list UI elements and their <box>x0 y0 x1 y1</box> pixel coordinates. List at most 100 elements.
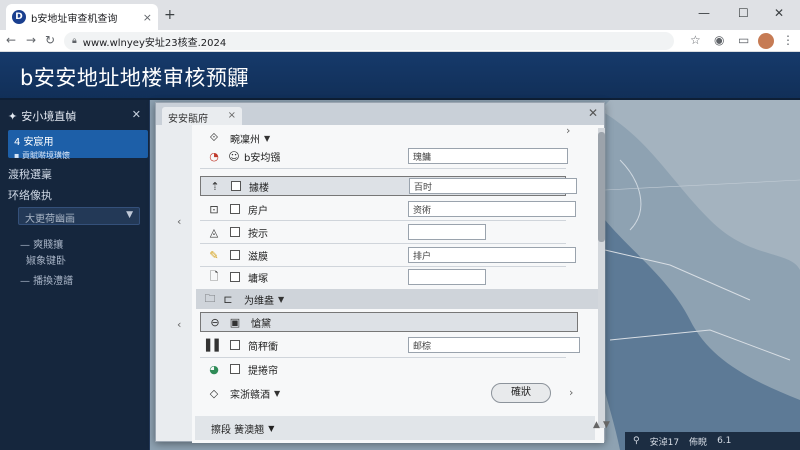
dialog-tab[interactable]: 安安瓹府 × <box>162 107 242 125</box>
app-favicon-icon: D <box>12 10 26 24</box>
folder-icon: 🗀︎ <box>204 291 216 305</box>
row-label: 據楼 <box>249 182 269 194</box>
chevron-down-icon-s1: ▼ <box>264 133 271 143</box>
list-item[interactable]: 🗋︎ 墉塚 <box>200 267 566 287</box>
list-item[interactable]: ▌▌ 简秤衝 邮棕 <box>200 335 580 355</box>
reload-icon[interactable]: ↻ <box>45 33 55 47</box>
location-icon: ◬ <box>209 225 219 239</box>
row-field[interactable] <box>408 224 486 240</box>
chevron-right-icon[interactable]: › <box>569 386 573 399</box>
row-checkbox[interactable] <box>230 250 240 260</box>
sidebar-subitem-1[interactable]: — 爽賤攘 <box>20 236 63 251</box>
sidebar-select[interactable]: 大更荷幽画 ▼ <box>18 207 140 225</box>
sidebar-active-sublabel: ▪ 貢賦啭境璜懷 <box>14 151 70 160</box>
row-checkbox[interactable] <box>231 181 241 191</box>
list-item[interactable]: ◔ ☺ b安均镪 瑰鳙 <box>200 146 568 166</box>
sidebar: ✦ 安小境直幀 ✕ 4 安宸用 ▪ 貢賦啭境璜懷 渡稅選稟 环络像执 — 爽賤攘… <box>0 100 150 450</box>
back-icon[interactable]: ← <box>6 33 16 47</box>
divider <box>200 168 566 169</box>
divider <box>200 243 566 244</box>
chevron-left-icon[interactable]: ‹ <box>177 215 181 228</box>
row-label: 墉塚 <box>248 273 268 285</box>
section-header-3[interactable]: ◇ 寀浙赣酒 ▼ <box>200 383 480 403</box>
sidebar-item-active[interactable]: 4 安宸用 ▪ 貢賦啭境璜懷 <box>8 130 148 160</box>
forward-icon[interactable]: → <box>26 33 36 47</box>
sidebar-header: ✦ 安小境直幀 <box>0 106 150 126</box>
chevron-down-icon-footer: ▼ <box>268 423 275 433</box>
globe-icon: ◕ <box>209 362 219 376</box>
list-item[interactable]: ◬ 按示 <box>200 222 566 242</box>
row-field[interactable]: 瑰鳙 <box>408 148 568 164</box>
row-field[interactable]: 资術 <box>408 201 576 217</box>
scroll-up-icon[interactable]: ▲ <box>593 420 600 430</box>
folder-add-icon: ⊏ <box>223 292 233 306</box>
row-checkbox[interactable] <box>230 364 240 374</box>
app-title: b安安地址地楼审核预鼲 <box>20 66 249 90</box>
sidebar-close-icon[interactable]: ✕ <box>132 108 141 121</box>
sidebar-item-1[interactable]: 渡稅選稟 <box>8 166 52 182</box>
person-icon: ☺ <box>228 149 240 163</box>
dialog-close-icon[interactable]: ✕ <box>588 106 598 120</box>
dialog-header: 安安瓹府 × ✕ <box>156 103 604 125</box>
sidebar-subitem-2[interactable]: 婌象键卧 <box>26 252 66 267</box>
menu-kebab-icon[interactable]: ⋮ <box>782 33 794 47</box>
section-header-1[interactable]: ⟐ 畹凜州 ▼ <box>200 128 566 148</box>
chevron-down-icon: ▼ <box>126 210 133 220</box>
sidebar-subitem-3[interactable]: — 播換澧譜 <box>20 272 73 287</box>
browser-tab[interactable]: D b安地址审查机查询 × <box>6 4 158 30</box>
row-checkbox[interactable] <box>230 272 240 282</box>
lock-icon: 🔒︎ <box>72 36 77 46</box>
dialog-scrollbar[interactable] <box>598 128 605 428</box>
row-field[interactable]: 邮棕 <box>408 337 580 353</box>
gauge-icon: ◔ <box>209 149 219 163</box>
minimize-icon[interactable]: — <box>698 6 710 20</box>
address-bar[interactable]: 🔒︎ www.wlnyey安址23核查.2024 <box>64 32 674 50</box>
confirm-button[interactable]: 確狀 <box>491 383 551 403</box>
browser-tab-bar: D b安地址审查机查询 × + — ☐ ✕ <box>0 0 800 30</box>
row-field[interactable]: 百时 <box>409 178 577 194</box>
status-c: 6.1 <box>717 436 732 446</box>
list-item-selected[interactable]: ⇡ 據楼 百时 <box>200 176 577 196</box>
maximize-icon[interactable]: ☐ <box>738 6 749 20</box>
row-checkbox[interactable] <box>230 340 240 350</box>
status-a: 安淖17 <box>649 437 680 448</box>
scrollbar-thumb[interactable] <box>598 132 605 242</box>
scroll-down-icon[interactable]: ▼ <box>603 420 610 430</box>
tab-search-icon[interactable]: ▭ <box>738 33 749 47</box>
section-header-2[interactable]: 🗀︎ ⊏ 为维盎 ▼ <box>196 289 600 309</box>
new-tab-icon[interactable]: + <box>164 7 176 23</box>
window-close-icon[interactable]: ✕ <box>774 6 784 20</box>
chevron-down-icon-s2: ▼ <box>278 294 285 304</box>
list-item[interactable]: ✎ 滋膜 排户 <box>200 245 576 265</box>
row-label: 房户 <box>248 205 268 217</box>
tab-close-icon[interactable]: × <box>143 11 152 24</box>
list-item-selected[interactable]: ⊖ ▣ 愴黛 <box>200 312 578 332</box>
bar-chart-icon: ▌▌ <box>206 338 223 352</box>
sidebar-item-2[interactable]: 环络像执 <box>8 187 52 203</box>
profile-avatar[interactable] <box>758 33 774 49</box>
url-text: www.wlnyey安址23核查.2024 <box>82 37 227 49</box>
row-checkbox[interactable] <box>230 204 240 214</box>
row-checkbox[interactable] <box>230 227 240 237</box>
dialog-tab-close-icon[interactable]: × <box>228 110 236 121</box>
row-label: 按示 <box>248 228 268 240</box>
dialog-footer[interactable]: 擦段 簧澳翘 ▼ <box>195 416 595 440</box>
footer-label: 擦段 簧澳翘 <box>211 424 265 436</box>
chevron-right-icon-top[interactable]: › <box>566 124 570 137</box>
list-item[interactable]: ⊡ 房户 资術 <box>200 199 576 219</box>
extension-icon[interactable]: ◉ <box>714 33 724 47</box>
monitor-icon: ▣ <box>229 315 241 329</box>
row-field[interactable] <box>408 269 486 285</box>
divider <box>200 220 566 221</box>
dialog-tab-label: 安安瓹府 <box>168 114 208 125</box>
image-icon: ⊡ <box>209 202 219 216</box>
bookmark-star-icon[interactable]: ☆ <box>690 33 701 47</box>
tab-title: b安地址审查机查询 <box>31 13 118 25</box>
pin-icon: ✦ <box>8 109 18 123</box>
divider <box>200 357 566 358</box>
chevron-left-icon-2[interactable]: ‹ <box>177 318 181 331</box>
row-field[interactable]: 排户 <box>408 247 576 263</box>
section-2-label: 为维盎 <box>244 295 274 307</box>
list-item[interactable]: ◕ 提捲帘 <box>200 359 578 379</box>
row-label: 简秤衝 <box>248 341 278 353</box>
